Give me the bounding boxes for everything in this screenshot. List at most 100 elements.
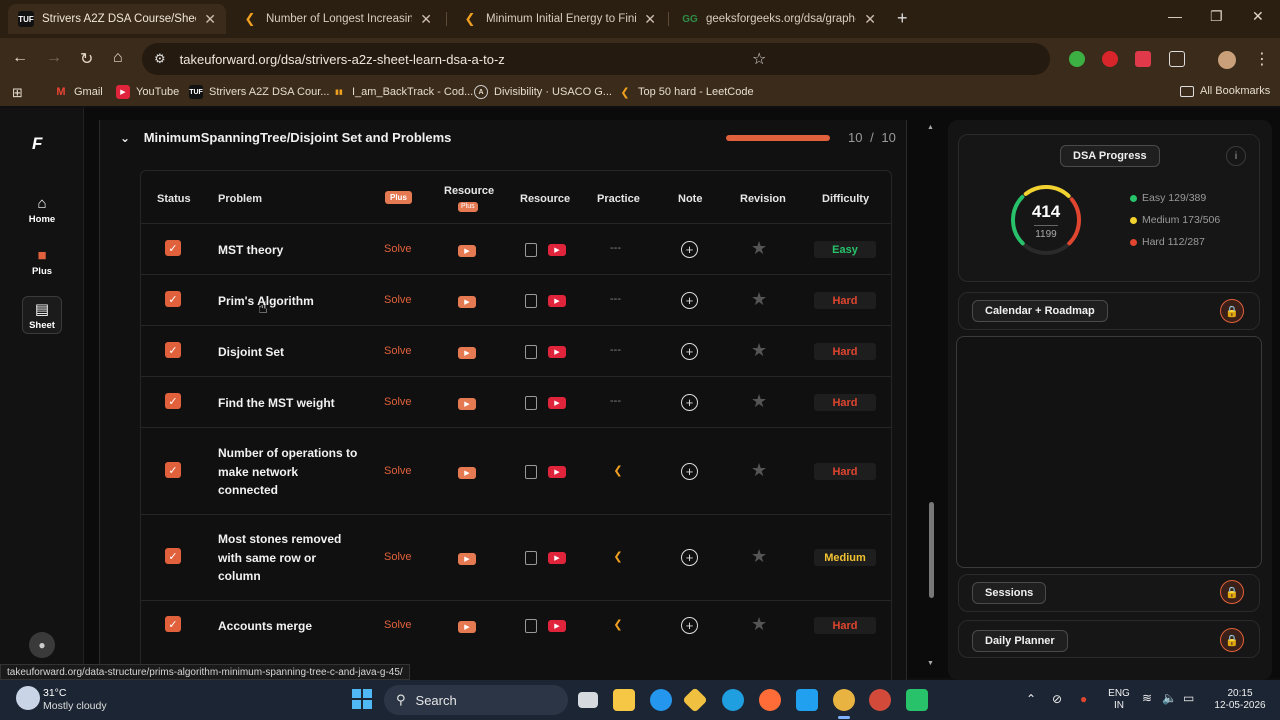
article-icon[interactable] (525, 619, 537, 633)
scroll-up-arrow[interactable]: ▲ (927, 124, 934, 131)
chrome-profile-icon[interactable] (869, 689, 891, 711)
solve-link[interactable]: Solve (384, 345, 412, 357)
edge-icon[interactable] (722, 689, 744, 711)
problem-name[interactable]: Number of operations to make network con… (218, 444, 358, 500)
bookmark-strivers[interactable]: TUF Strivers A2Z DSA Cour... (189, 85, 329, 99)
forward-button[interactable]: → (46, 49, 62, 67)
close-icon[interactable]: ✕ (644, 11, 656, 28)
whatsapp-icon[interactable] (906, 689, 928, 711)
problem-name[interactable]: Accounts merge (218, 617, 358, 636)
problem-name[interactable]: Disjoint Set (218, 343, 358, 362)
mic-icon[interactable]: ● (1080, 693, 1087, 705)
bookmark-star-icon[interactable]: ☆ (752, 49, 1038, 69)
youtube-icon[interactable]: ▶ (548, 295, 566, 307)
solve-link[interactable]: Solve (384, 551, 412, 563)
add-note-icon[interactable]: + (681, 241, 698, 258)
windows-start-icon[interactable] (352, 689, 372, 709)
taskbar-search[interactable]: ⚲ Search (384, 685, 568, 715)
lock-icon[interactable]: 🔒 (1220, 628, 1244, 652)
bookmark-youtube[interactable]: ▶ YouTube (116, 85, 179, 99)
git-icon[interactable] (682, 687, 708, 713)
volume-icon[interactable]: 🔈 (1162, 692, 1177, 704)
nav-plus[interactable]: ■ Plus (22, 242, 62, 282)
solve-link[interactable]: Solve (384, 243, 412, 255)
bookmark-gmail[interactable]: M Gmail (54, 85, 102, 99)
tab-leetcode-energy[interactable]: ❮ Minimum Initial Energy to Finish T ✕ (452, 4, 666, 34)
extension-green-icon[interactable] (1069, 51, 1085, 67)
tab-strivers[interactable]: TUF Strivers A2Z DSA Course/Sheet - C ✕ (8, 4, 226, 34)
lock-icon[interactable]: 🔒 (1220, 580, 1244, 604)
revision-star-icon[interactable]: ★ (751, 340, 767, 361)
file-explorer-icon[interactable] (613, 689, 635, 711)
close-icon[interactable]: ✕ (204, 11, 216, 28)
battery-icon[interactable]: ▭ (1183, 692, 1194, 704)
problem-name[interactable]: Prim's Algorithm (218, 292, 358, 311)
docker-icon[interactable] (650, 689, 672, 711)
home-button[interactable]: ⌂ (113, 49, 123, 67)
plus-video-icon[interactable]: ▶ (458, 467, 476, 479)
revision-star-icon[interactable]: ★ (751, 614, 767, 635)
problem-name[interactable]: Most stones removed with same row or col… (218, 530, 358, 586)
youtube-icon[interactable]: ▶ (548, 466, 566, 478)
info-icon[interactable]: i (1226, 146, 1246, 166)
network-off-icon[interactable]: ⊘ (1052, 693, 1062, 705)
status-checkbox[interactable]: ✓ (165, 462, 181, 478)
bookmark-codeforces[interactable]: ▮▮ I_am_BackTrack - Cod... (332, 85, 473, 99)
weather-temp[interactable]: 31°C (43, 687, 66, 699)
status-checkbox[interactable]: ✓ (165, 240, 181, 256)
plus-video-icon[interactable]: ▶ (458, 621, 476, 633)
article-icon[interactable] (525, 396, 537, 410)
add-note-icon[interactable]: + (681, 394, 698, 411)
add-note-icon[interactable]: + (681, 617, 698, 634)
nav-home[interactable]: ⌂ Home (22, 190, 62, 230)
postman-icon[interactable] (759, 689, 781, 711)
bookmark-leetcode[interactable]: ❮ Top 50 hard - LeetCode (618, 85, 753, 99)
add-note-icon[interactable]: + (681, 343, 698, 360)
plus-video-icon[interactable]: ▶ (458, 398, 476, 410)
user-avatar[interactable]: ● (29, 632, 55, 658)
language-indicator[interactable]: ENG IN (1106, 688, 1132, 712)
minimize-button[interactable]: — (1168, 8, 1182, 24)
scroll-down-arrow[interactable]: ▼ (927, 660, 934, 667)
address-bar[interactable]: ⚙ takeuforward.org/dsa/strivers-a2z-shee… (142, 43, 1050, 75)
reload-button[interactable]: ↻ (80, 49, 93, 69)
solve-link[interactable]: Solve (384, 396, 412, 408)
revision-star-icon[interactable]: ★ (751, 460, 767, 481)
status-checkbox[interactable]: ✓ (165, 548, 181, 564)
back-button[interactable]: ← (12, 49, 28, 67)
article-icon[interactable] (525, 345, 537, 359)
leetcode-practice-icon[interactable]: ❮ (611, 550, 625, 564)
apps-icon[interactable]: ⊞ (12, 85, 23, 101)
vscode-icon[interactable] (796, 689, 818, 711)
daily-planner-label[interactable]: Daily Planner (972, 630, 1068, 652)
tab-leetcode-lis[interactable]: ❮ Number of Longest Increasing Sub ✕ (232, 4, 442, 34)
article-icon[interactable] (525, 465, 537, 479)
revision-star-icon[interactable]: ★ (751, 546, 767, 567)
calendar-roadmap-label[interactable]: Calendar + Roadmap (972, 300, 1108, 322)
chrome-icon[interactable] (833, 689, 855, 711)
wifi-icon[interactable]: ≋ (1142, 692, 1152, 704)
task-view-icon[interactable] (578, 692, 598, 708)
extensions-puzzle-icon[interactable] (1169, 51, 1185, 67)
lock-icon[interactable]: 🔒 (1220, 299, 1244, 323)
problem-name[interactable]: MST theory (218, 241, 358, 260)
article-icon[interactable] (525, 243, 537, 257)
status-checkbox[interactable]: ✓ (165, 291, 181, 307)
revision-star-icon[interactable]: ★ (751, 238, 767, 259)
weather-desc[interactable]: Mostly cloudy (43, 700, 107, 712)
all-bookmarks[interactable]: All Bookmarks (1180, 85, 1270, 97)
window-close-button[interactable]: ✕ (1252, 8, 1264, 25)
youtube-icon[interactable]: ▶ (548, 244, 566, 256)
restore-button[interactable]: ❐ (1210, 8, 1223, 25)
clock[interactable]: 20:15 12-05-2026 (1208, 688, 1272, 712)
profile-avatar[interactable] (1218, 51, 1236, 69)
plus-video-icon[interactable]: ▶ (458, 245, 476, 257)
add-note-icon[interactable]: + (681, 549, 698, 566)
solve-link[interactable]: Solve (384, 294, 412, 306)
status-checkbox[interactable]: ✓ (165, 393, 181, 409)
leetcode-practice-icon[interactable]: ❮ (611, 618, 625, 632)
tab-gfg[interactable]: GG geeksforgeeks.org/dsa/graph-and ✕ (672, 4, 886, 34)
close-icon[interactable]: ✕ (864, 11, 876, 28)
nav-sheet[interactable]: ▤ Sheet (22, 296, 62, 334)
revision-star-icon[interactable]: ★ (751, 391, 767, 412)
